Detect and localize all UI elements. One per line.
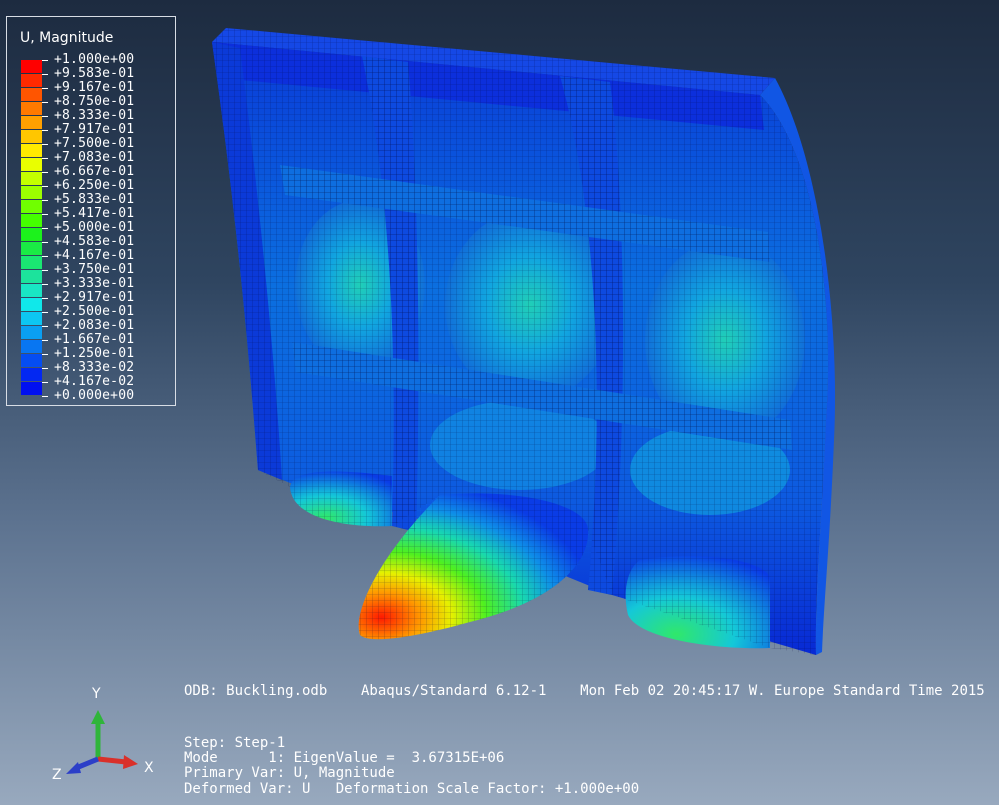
legend-tick [42, 270, 48, 271]
legend-label: +4.583e-01 [54, 234, 135, 249]
mode-line: Mode 1: EigenValue = 3.67315E+06 [184, 750, 505, 766]
legend-swatch [21, 158, 42, 171]
legend-tick [42, 312, 48, 313]
legend-label: +5.000e-01 [54, 220, 135, 235]
legend-swatch [21, 368, 42, 381]
legend-tick [42, 88, 48, 89]
legend-tick [42, 284, 48, 285]
legend-swatch [21, 144, 42, 157]
x-axis-arrow [97, 756, 127, 765]
legend-tick [42, 256, 48, 257]
legend-swatch [21, 102, 42, 115]
legend-swatch [21, 214, 42, 227]
legend-swatch [21, 228, 42, 241]
legend-tick [42, 340, 48, 341]
legend-tick [42, 186, 48, 187]
legend-tick [42, 60, 48, 61]
legend-label: +0.000e+00 [54, 388, 135, 403]
step-line: Step: Step-1 [184, 735, 286, 751]
legend-tick [42, 144, 48, 145]
legend-label: +9.583e-01 [54, 66, 135, 81]
legend-swatch [21, 60, 42, 73]
legend-label: +7.917e-01 [54, 122, 135, 137]
legend-tick [42, 228, 48, 229]
legend-swatch [21, 270, 42, 283]
legend-label: +2.500e-01 [54, 304, 135, 319]
legend-swatch [21, 382, 42, 395]
y-axis-label: Y [91, 686, 101, 702]
legend-label: +5.833e-01 [54, 192, 135, 207]
legend-swatch [21, 326, 42, 339]
legend-tick [42, 242, 48, 243]
legend-tick [42, 172, 48, 173]
legend-swatch [21, 312, 42, 325]
legend-tick [42, 354, 48, 355]
legend-tick [42, 200, 48, 201]
legend-label: +2.917e-01 [54, 290, 135, 305]
legend-swatch [21, 130, 42, 143]
legend-swatch [21, 186, 42, 199]
odb-info-line: ODB: Buckling.odb Abaqus/Standard 6.12-1… [184, 683, 985, 699]
legend-label: +1.250e-01 [54, 346, 135, 361]
legend-swatch [21, 298, 42, 311]
legend-label: +5.417e-01 [54, 206, 135, 221]
legend-label: +7.083e-01 [54, 150, 135, 165]
legend-label: +6.667e-01 [54, 164, 135, 179]
legend-tick [42, 326, 48, 327]
legend-tick [42, 116, 48, 117]
legend-swatch [21, 88, 42, 101]
z-axis-arrowhead [66, 762, 81, 774]
legend-label: +1.667e-01 [54, 332, 135, 347]
legend-tick [42, 74, 48, 75]
legend-tick [42, 298, 48, 299]
legend-swatch [21, 340, 42, 353]
deformed-mesh-model [212, 28, 836, 655]
legend-tick [42, 158, 48, 159]
legend-label: +8.333e-02 [54, 360, 135, 375]
legend-tick [42, 396, 48, 397]
legend-label: +8.750e-01 [54, 94, 135, 109]
x-axis-label: X [144, 760, 154, 776]
legend-swatch [21, 74, 42, 87]
legend-swatch [21, 354, 42, 367]
legend-label: +9.167e-01 [54, 80, 135, 95]
legend-label: +3.750e-01 [54, 262, 135, 277]
legend-swatch [21, 200, 42, 213]
y-axis-arrowhead [91, 710, 105, 724]
z-axis-arrow [75, 756, 99, 771]
legend-title: U, Magnitude [20, 30, 114, 46]
legend-swatch [21, 242, 42, 255]
legend-label: +1.000e+00 [54, 52, 135, 67]
legend-label: +3.333e-01 [54, 276, 135, 291]
x-axis-arrowhead [123, 755, 138, 769]
legend-swatch [21, 256, 42, 269]
legend-tick [42, 368, 48, 369]
deformed-var-line: Deformed Var: U Deformation Scale Factor… [184, 781, 640, 797]
legend-swatch [21, 172, 42, 185]
z-axis-label: Z [52, 767, 62, 783]
coordinate-triad: Y X Z [52, 686, 154, 783]
legend-swatch [21, 284, 42, 297]
legend-tick [42, 130, 48, 131]
legend-label: +6.250e-01 [54, 178, 135, 193]
legend-label: +4.167e-02 [54, 374, 135, 389]
legend-tick [42, 102, 48, 103]
legend-label: +2.083e-01 [54, 318, 135, 333]
legend-label: +4.167e-01 [54, 248, 135, 263]
legend-tick [42, 214, 48, 215]
contour-legend: U, Magnitude +1.000e+00 +9.583e-01 +9.167e… [6, 16, 176, 406]
legend-label: +7.500e-01 [54, 136, 135, 151]
legend-label: +8.333e-01 [54, 108, 135, 123]
primary-var-line: Primary Var: U, Magnitude [184, 765, 395, 781]
legend-swatch [21, 116, 42, 129]
legend-tick [42, 382, 48, 383]
